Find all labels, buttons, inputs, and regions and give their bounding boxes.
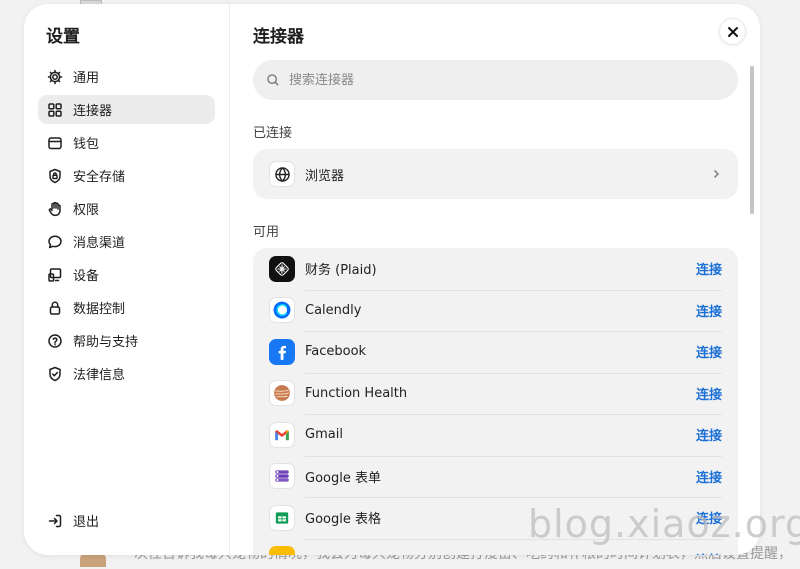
connector-name: Google 表格	[305, 512, 381, 528]
sidebar-item-permissions[interactable]: 权限	[38, 194, 215, 223]
connected-section-label: 已连接	[253, 126, 293, 141]
sidebar-item-label: 数据控制	[73, 302, 126, 317]
logout-button[interactable]: 退出	[38, 506, 216, 535]
connector-row-gmail: Gmail 连接	[253, 414, 738, 456]
connector-name: Function Health	[305, 385, 408, 401]
sidebar-item-label: 消息渠道	[73, 236, 126, 251]
search-input[interactable]	[289, 72, 738, 88]
connector-row-calendly: Calendly 连接	[253, 289, 738, 332]
connector-row-function-health: Function Health 连接	[253, 372, 738, 415]
close-button[interactable]	[719, 18, 746, 45]
grid-icon	[47, 102, 63, 118]
connector-row-facebook: Facebook 连接	[253, 331, 738, 373]
search-bar	[253, 60, 738, 100]
connect-button[interactable]: 连接	[696, 301, 722, 320]
connected-list: 浏览器	[253, 149, 738, 199]
settings-dialog: 设置 通用 连接器 钱包 安全存储 权限 消息渠道 设备 数据控制 帮助与支持 …	[24, 4, 760, 555]
calendly-icon	[269, 297, 295, 324]
sidebar-item-label: 安全存储	[73, 170, 126, 185]
connectors-panel: 连接器 已连接 浏览器 可用	[230, 4, 760, 555]
connector-name: 财务 (Plaid)	[305, 263, 377, 279]
connector-name: Gmail	[305, 427, 343, 443]
connector-row-plaid: 财务 (Plaid) 连接	[253, 248, 738, 290]
connector-row-google-forms: Google 表单 连接	[253, 455, 738, 498]
sidebar-item-help[interactable]: 帮助与支持	[38, 326, 215, 355]
connector-row-browser[interactable]: 浏览器	[253, 149, 738, 199]
sidebar-item-data-controls[interactable]: 数据控制	[38, 293, 215, 322]
globe-icon	[269, 161, 295, 187]
wallet-icon	[47, 135, 63, 151]
connector-row-google-sheets: Google 表格 连接	[253, 497, 738, 539]
chat-bubble-icon	[47, 234, 63, 250]
sidebar-item-legal[interactable]: 法律信息	[38, 359, 215, 388]
sidebar-item-general[interactable]: 通用	[38, 62, 215, 91]
chevron-right-icon	[710, 165, 722, 184]
connect-button[interactable]: 连接	[696, 508, 722, 527]
shield-lock-icon	[47, 168, 63, 184]
lock-icon	[47, 300, 63, 316]
plaid-icon	[269, 255, 295, 282]
function-health-icon	[269, 380, 295, 407]
help-circle-icon	[47, 333, 63, 349]
sidebar-item-label: 法律信息	[73, 368, 126, 383]
scrollbar[interactable]	[750, 66, 754, 214]
connect-button[interactable]: 连接	[696, 384, 722, 403]
partial-yellow-icon	[269, 546, 295, 555]
sidebar-item-message-channels[interactable]: 消息渠道	[38, 227, 215, 256]
search-icon	[267, 74, 279, 86]
connect-button[interactable]: 连接	[696, 467, 722, 486]
devices-icon	[47, 267, 63, 283]
connector-name: Google 表单	[305, 470, 381, 486]
settings-sidebar: 设置 通用 连接器 钱包 安全存储 权限 消息渠道 设备 数据控制 帮助与支持 …	[24, 4, 230, 555]
connector-name: 浏览器	[305, 168, 345, 184]
sidebar-item-connectors[interactable]: 连接器	[38, 95, 215, 124]
connector-name: Facebook	[305, 344, 367, 360]
sidebar-item-label: 连接器	[73, 104, 113, 119]
connector-row-partial: 连接	[253, 538, 738, 555]
sidebar-item-label: 帮助与支持	[73, 335, 139, 350]
connect-button[interactable]: 连接	[696, 342, 722, 361]
google-forms-icon	[269, 463, 295, 490]
google-sheets-icon	[269, 504, 295, 531]
available-list: 财务 (Plaid) 连接 Calendly 连接 Facebook 连接 Fu…	[253, 248, 738, 555]
gmail-icon	[269, 421, 295, 448]
available-section-label: 可用	[253, 225, 280, 240]
connect-button[interactable]: 连接	[696, 550, 722, 555]
sidebar-item-wallet[interactable]: 钱包	[38, 128, 215, 157]
sidebar-item-label: 通用	[73, 71, 100, 86]
sidebar-title: 设置	[46, 27, 80, 47]
logout-icon	[47, 513, 63, 529]
connect-button[interactable]: 连接	[696, 425, 722, 444]
sidebar-item-label: 设备	[73, 269, 100, 284]
sidebar-item-devices[interactable]: 设备	[38, 260, 215, 289]
page-title: 连接器	[253, 27, 304, 47]
logout-label: 退出	[73, 515, 100, 530]
connector-name: Calendly	[305, 302, 362, 318]
gear-icon	[47, 69, 63, 85]
close-icon	[727, 26, 738, 37]
sidebar-item-secure-storage[interactable]: 安全存储	[38, 161, 215, 190]
background-avatar	[80, 553, 106, 567]
hand-icon	[47, 201, 63, 217]
sidebar-item-label: 钱包	[73, 137, 100, 152]
shield-check-icon	[47, 366, 63, 382]
facebook-icon	[269, 338, 295, 365]
connect-button[interactable]: 连接	[696, 259, 722, 278]
sidebar-item-label: 权限	[73, 203, 100, 218]
